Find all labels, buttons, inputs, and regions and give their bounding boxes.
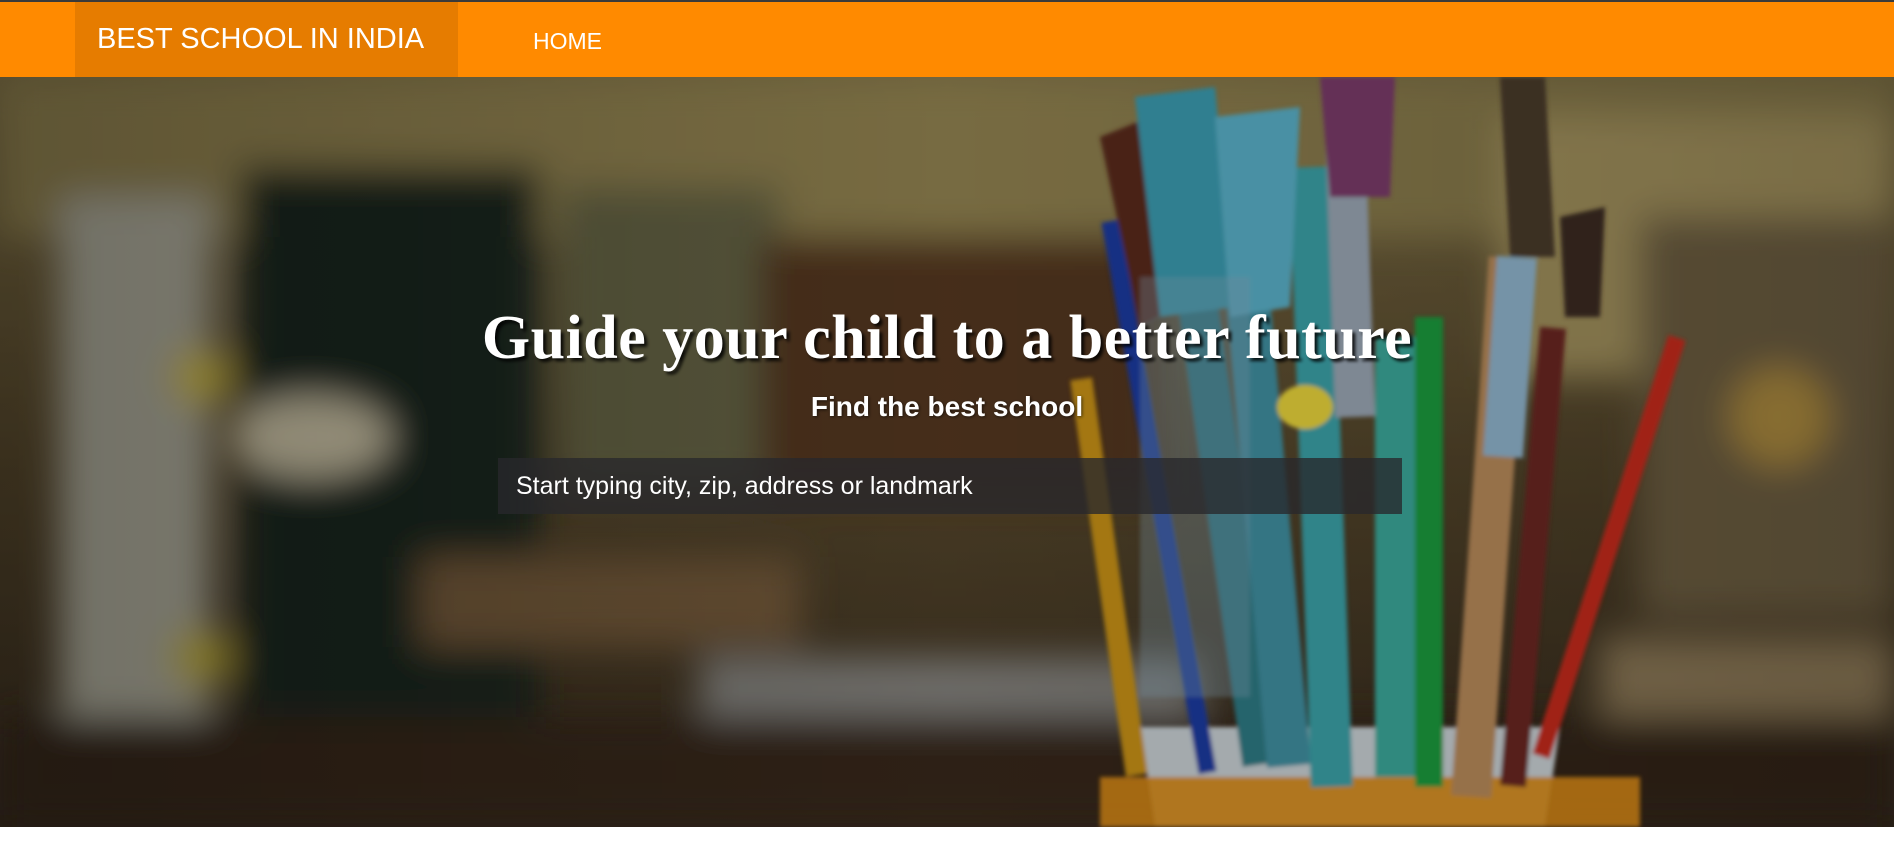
location-search-input[interactable] bbox=[498, 458, 1402, 514]
hero-subtitle: Find the best school bbox=[810, 391, 1084, 422]
hero-title: Guide your child to a better future bbox=[481, 304, 1413, 372]
brand-logo-link[interactable]: BEST SCHOOL IN INDIA bbox=[75, 2, 458, 77]
nav-link-home[interactable]: HOME bbox=[533, 2, 602, 77]
hero-section: Guide your child to a better future Find… bbox=[0, 77, 1894, 827]
top-navbar: BEST SCHOOL IN INDIA HOME bbox=[0, 0, 1894, 77]
hero-dark-overlay bbox=[0, 77, 1894, 827]
